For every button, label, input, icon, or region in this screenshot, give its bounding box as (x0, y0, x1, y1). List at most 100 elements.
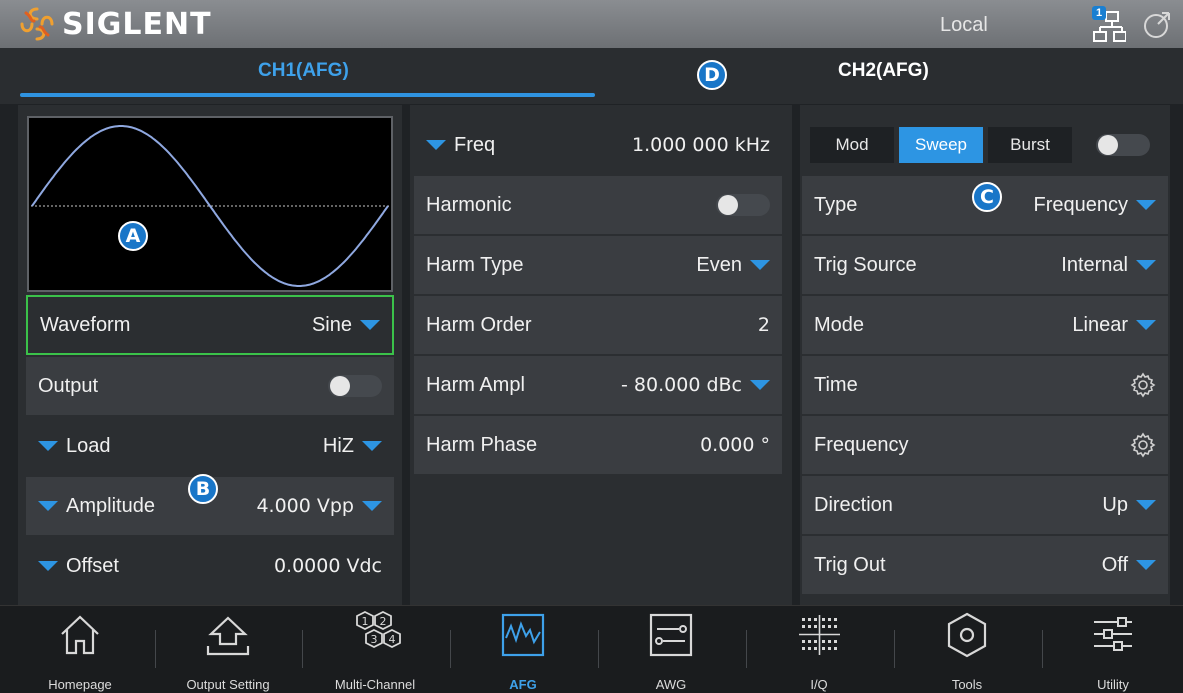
frequency-row[interactable]: Frequency (802, 416, 1168, 474)
frequency-label: Frequency (814, 433, 909, 456)
harmonic-toggle[interactable] (716, 194, 770, 216)
exit-remote-icon[interactable] (1142, 10, 1172, 40)
nav-divider (598, 630, 599, 668)
nav-utility[interactable]: Utility (1043, 610, 1183, 693)
sweep-enable-toggle[interactable] (1096, 134, 1150, 156)
trig-source-value: Internal (1061, 253, 1128, 276)
top-bar: SIGLENT Local 1 (0, 0, 1183, 48)
freq-value: 1.000 000 kHz (631, 134, 770, 156)
trig-source-label: Trig Source (814, 253, 917, 276)
dropdown-arrow-icon (1136, 320, 1156, 330)
tab-ch2[interactable]: CH2(AFG) (838, 60, 929, 82)
nav-divider (746, 630, 747, 668)
harm-phase-label: Harm Phase (426, 433, 538, 456)
expand-arrow-icon (38, 501, 58, 511)
harm-phase-value: 0.000 ° (700, 434, 770, 456)
nav-awg[interactable]: AWG (601, 610, 741, 693)
expand-arrow-icon (426, 140, 446, 150)
sweep-button[interactable]: Sweep (899, 127, 983, 163)
load-value: HiZ (322, 434, 354, 457)
home-icon (61, 615, 99, 655)
mode-value: Linear (1072, 313, 1128, 336)
nav-label: Homepage (48, 677, 112, 692)
svg-text:1: 1 (362, 615, 369, 628)
nav-label: AFG (509, 677, 537, 692)
dropdown-arrow-icon (1136, 200, 1156, 210)
dropdown-arrow-icon (1136, 260, 1156, 270)
dropdown-arrow-icon (1136, 560, 1156, 570)
harm-type-row[interactable]: Harm Type Even (414, 236, 782, 294)
freq-row[interactable]: Freq 1.000 000 kHz (414, 116, 782, 174)
trig-source-row[interactable]: Trig Source Internal (802, 236, 1168, 294)
network-badge: 1 (1092, 6, 1106, 20)
nav-multi-channel[interactable]: 12 34 Multi-Channel (305, 610, 445, 693)
dropdown-arrow-icon (750, 260, 770, 270)
tab-ch1[interactable]: CH1(AFG) (258, 60, 349, 82)
expand-arrow-icon (38, 441, 58, 451)
time-row[interactable]: Time (802, 356, 1168, 414)
multi-channel-icon: 12 34 (356, 610, 401, 649)
output-row[interactable]: Output (26, 357, 394, 415)
nav-label: I/Q (810, 677, 828, 692)
nav-tools[interactable]: Tools (897, 610, 1037, 693)
callout-marker-c: C (972, 182, 1002, 212)
nav-divider (894, 630, 895, 668)
channel-tabs: CH1(AFG) CH2(AFG) (0, 48, 1183, 104)
awg-icon (649, 613, 693, 657)
dropdown-arrow-icon (1136, 500, 1156, 510)
iq-icon (799, 615, 840, 655)
mod-button[interactable]: Mod (810, 127, 894, 163)
trig-out-row[interactable]: Trig Out Off (802, 536, 1168, 594)
output-setting-icon (206, 616, 250, 656)
nav-label: Utility (1097, 677, 1129, 692)
offset-value: 0.0000 Vdc (273, 555, 382, 577)
offset-row[interactable]: Offset 0.0000 Vdc (26, 537, 394, 595)
active-tab-indicator (20, 93, 595, 97)
trig-out-value: Off (1101, 553, 1128, 576)
nav-iq[interactable]: I/Q (749, 610, 889, 693)
nav-afg[interactable]: AFG (453, 610, 593, 693)
harm-order-value: 2 (757, 314, 770, 336)
toggle-knob (1098, 135, 1118, 155)
harm-phase-row[interactable]: Harm Phase 0.000 ° (414, 416, 782, 474)
offset-label: Offset (66, 554, 119, 577)
load-row[interactable]: Load HiZ (26, 417, 394, 475)
trig-out-label: Trig Out (814, 553, 886, 576)
callout-marker-d: D (697, 60, 727, 90)
toggle-knob (718, 195, 738, 215)
harmonic-row[interactable]: Harmonic (414, 176, 782, 234)
tools-icon (947, 612, 987, 658)
sine-trace (31, 125, 389, 287)
toggle-knob (330, 376, 350, 396)
callout-marker-b: B (188, 474, 218, 504)
callout-marker-a: A (118, 221, 148, 251)
remote-status-text: Local (940, 14, 988, 36)
output-label: Output (38, 374, 99, 397)
unit-dropdown-arrow-icon (362, 501, 382, 511)
gear-icon[interactable] (1130, 432, 1156, 458)
brand-logo: SIGLENT (18, 5, 212, 43)
amplitude-label: Amplitude (66, 494, 155, 517)
nav-homepage[interactable]: Homepage (10, 610, 150, 693)
type-value: Frequency (1033, 193, 1129, 216)
waveform-preview[interactable] (27, 116, 393, 292)
amplitude-value: 4.000 Vpp (256, 495, 354, 517)
harm-type-value: Even (696, 253, 742, 276)
harm-order-row[interactable]: Harm Order 2 (414, 296, 782, 354)
nav-output-setting[interactable]: Output Setting (158, 610, 298, 693)
direction-value: Up (1102, 493, 1128, 516)
gear-icon[interactable] (1130, 372, 1156, 398)
nav-divider (302, 630, 303, 668)
mode-row[interactable]: Mode Linear (802, 296, 1168, 354)
harm-ampl-row[interactable]: Harm Ampl - 80.000 dBc (414, 356, 782, 414)
svg-text:3: 3 (371, 633, 378, 646)
nav-divider (155, 630, 156, 668)
dropdown-arrow-icon (362, 441, 382, 451)
harm-ampl-label: Harm Ampl (426, 373, 525, 396)
direction-row[interactable]: Direction Up (802, 476, 1168, 534)
load-label: Load (66, 434, 111, 457)
output-toggle[interactable] (328, 375, 382, 397)
time-label: Time (814, 373, 858, 396)
svg-text:2: 2 (380, 615, 387, 628)
burst-button[interactable]: Burst (988, 127, 1072, 163)
